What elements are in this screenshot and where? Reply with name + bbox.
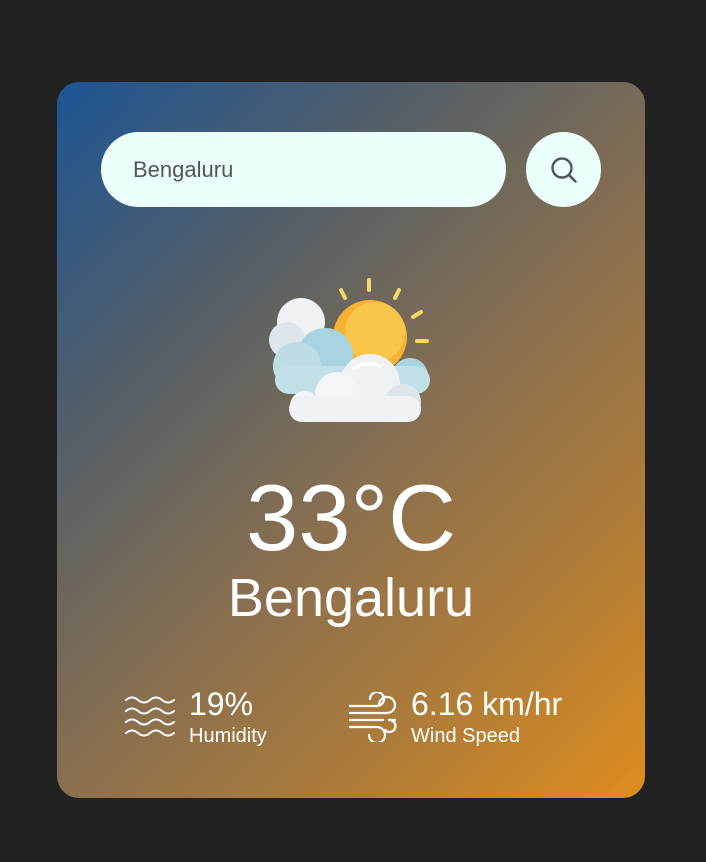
humidity-label: Humidity [189,725,267,747]
search-icon [550,156,578,184]
wind-value: 6.16 km/hr [411,686,563,722]
humidity-waves-icon [124,692,178,747]
weather-card: 33°C Bengaluru 19% Humidity [57,82,645,798]
search-button[interactable] [526,132,601,207]
search-bar [101,132,601,207]
weather-details: 19% Humidity 6.16 km/hr Wind Speed [57,682,645,752]
city-name: Bengaluru [227,568,475,628]
search-input[interactable] [101,132,506,207]
partly-cloudy-icon [265,274,435,424]
wind-icon [347,690,401,747]
wind-label: Wind Speed [411,725,520,747]
humidity-value: 19% [189,686,254,722]
temperature: 33°C [245,465,457,570]
